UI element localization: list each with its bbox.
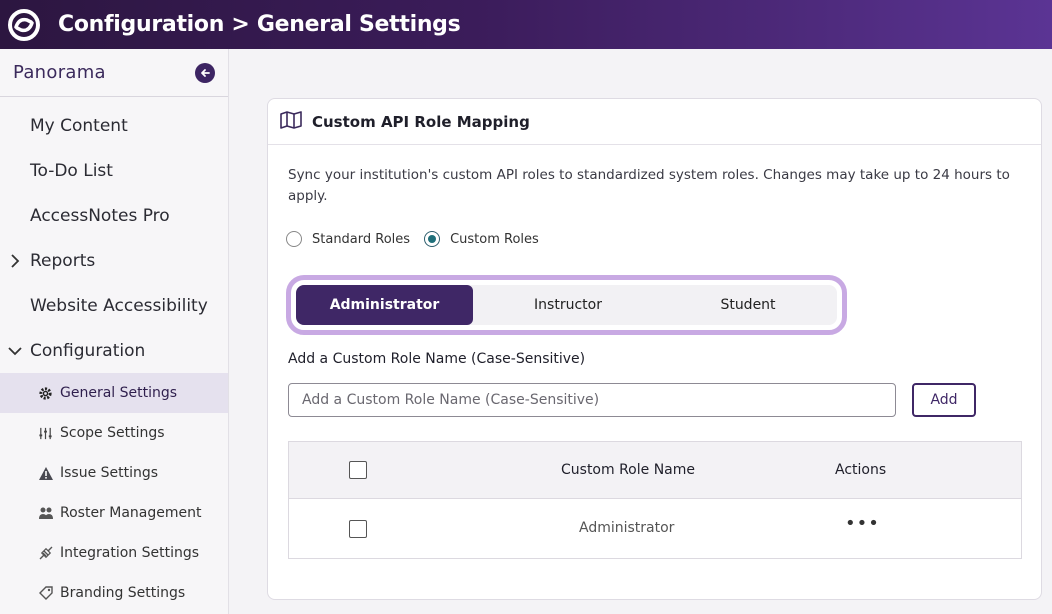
card-title: Custom API Role Mapping xyxy=(312,112,530,131)
tag-icon xyxy=(37,585,54,602)
add-button[interactable]: Add xyxy=(912,383,976,417)
tab-administrator[interactable]: Administrator xyxy=(296,285,473,325)
brand-name: Panorama xyxy=(13,62,106,83)
custom-role-name-input[interactable] xyxy=(288,383,896,417)
sidebar-item-reports[interactable]: Reports xyxy=(0,238,228,283)
tab-student[interactable]: Student xyxy=(663,285,833,325)
role-type-radio-group: Standard Roles Custom Roles xyxy=(286,231,553,247)
table-row: Administrator ••• xyxy=(289,499,1021,558)
sidebar-item-branding-settings[interactable]: Branding Settings xyxy=(0,573,228,613)
tab-instructor[interactable]: Instructor xyxy=(473,285,663,325)
warning-icon xyxy=(37,465,54,482)
panorama-logo-icon[interactable] xyxy=(6,7,42,43)
sidebar-item-roster-management[interactable]: Roster Management xyxy=(0,493,228,533)
row-checkbox[interactable] xyxy=(349,520,367,538)
chevron-right-icon xyxy=(8,253,22,268)
standard-roles-radio[interactable] xyxy=(286,231,302,247)
custom-role-field-label: Add a Custom Role Name (Case-Sensitive) xyxy=(288,351,586,367)
sidebar-item-label: My Content xyxy=(30,115,128,136)
sidebar-item-label: Reports xyxy=(30,250,96,271)
sidebar-item-integration-settings[interactable]: Integration Settings xyxy=(0,533,228,573)
card-description: Sync your institution's custom API roles… xyxy=(288,167,1010,204)
sidebar-item-label: Branding Settings xyxy=(60,585,186,601)
standard-roles-label: Standard Roles xyxy=(312,231,411,247)
map-icon xyxy=(280,110,302,133)
card-header: Custom API Role Mapping xyxy=(268,99,1041,145)
sidebar-item-general-settings[interactable]: General Settings xyxy=(0,373,228,413)
select-all-checkbox[interactable] xyxy=(349,461,367,479)
sidebar-item-scope-settings[interactable]: Scope Settings xyxy=(0,413,228,453)
role-name-cell: Administrator xyxy=(579,520,675,536)
more-actions-icon[interactable]: ••• xyxy=(845,515,880,533)
users-icon xyxy=(37,505,54,522)
sliders-icon xyxy=(37,425,54,442)
sidebar-item-label: Website Accessibility xyxy=(30,295,208,316)
sidebar-item-label: Scope Settings xyxy=(60,425,165,441)
table-header: Custom Role Name Actions xyxy=(289,442,1021,499)
page-title: Configuration > General Settings xyxy=(58,12,461,37)
sidebar-item-label: To-Do List xyxy=(30,160,113,181)
column-header-actions: Actions xyxy=(835,462,887,478)
sidebar-item-label: Configuration xyxy=(30,340,146,361)
sidebar-item-configuration[interactable]: Configuration xyxy=(0,328,228,373)
chevron-down-icon xyxy=(8,344,22,358)
top-bar: Configuration > General Settings xyxy=(0,0,1052,49)
collapse-sidebar-icon[interactable] xyxy=(195,62,215,83)
sidebar-item-label: Integration Settings xyxy=(60,545,200,561)
column-header-custom-role-name: Custom Role Name xyxy=(561,462,696,478)
sidebar-item-accessnotes-pro[interactable]: AccessNotes Pro xyxy=(0,193,228,238)
sidebar-item-website-accessibility[interactable]: Website Accessibility xyxy=(0,283,228,328)
gear-icon xyxy=(37,385,54,402)
sidebar-item-label: AccessNotes Pro xyxy=(30,205,170,226)
sidebar-item-todo-list[interactable]: To-Do List xyxy=(0,148,228,193)
role-segmented-control: Administrator Instructor Student xyxy=(286,275,847,335)
plug-icon xyxy=(37,545,54,562)
sidebar-item-label: Issue Settings xyxy=(60,465,159,481)
custom-api-role-mapping-card: Custom API Role Mapping Sync your instit… xyxy=(267,98,1042,600)
sidebar-item-label: General Settings xyxy=(60,385,178,401)
custom-roles-radio[interactable] xyxy=(424,231,441,247)
custom-roles-label: Custom Roles xyxy=(450,231,539,247)
sidebar-item-my-content[interactable]: My Content xyxy=(0,103,228,148)
custom-roles-table: Custom Role Name Actions Administrator •… xyxy=(288,441,1022,559)
sidebar-item-issue-settings[interactable]: Issue Settings xyxy=(0,453,228,493)
sidebar-header: Panorama xyxy=(0,49,228,97)
sidebar-item-label: Roster Management xyxy=(60,505,202,521)
sidebar: Panorama My Content To-Do List AccessNot… xyxy=(0,49,229,614)
